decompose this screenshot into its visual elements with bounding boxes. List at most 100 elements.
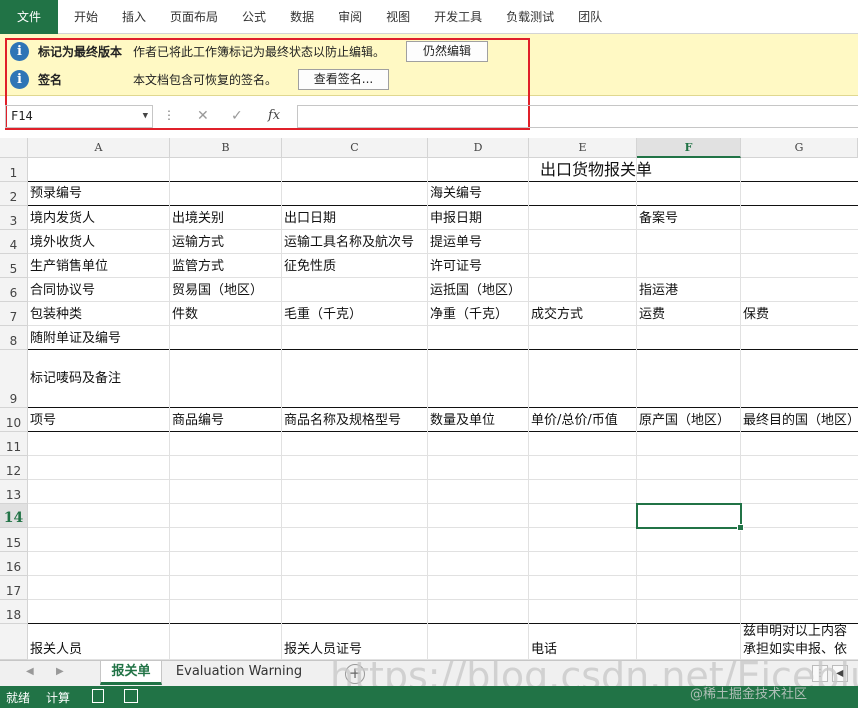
cell-d2: 海关编号 [430, 186, 483, 201]
gridline [28, 349, 858, 350]
formula-bar: F14 ▼ ⋮ ✕ ✓ fx [0, 104, 858, 130]
row-header-15[interactable]: 15 [0, 528, 28, 552]
row-header-3[interactable]: 3 [0, 206, 28, 230]
row-header-18[interactable]: 18 [0, 600, 28, 624]
gridline [528, 158, 529, 660]
cell-g19-line1: 兹申明对以上内容 [743, 624, 848, 639]
gridline [28, 205, 858, 206]
ribbon-tab-bar: 文件 开始 插入 页面布局 公式 数据 审阅 视图 开发工具 负载测试 团队 [0, 0, 858, 34]
formula-input[interactable] [297, 105, 858, 128]
gridline [28, 551, 858, 552]
column-header-a[interactable]: A [28, 138, 170, 158]
tab-developer[interactable]: 开发工具 [422, 0, 494, 34]
cell-d7: 净重（千克） [430, 307, 509, 322]
cell-c10: 商品名称及规格型号 [284, 413, 402, 428]
select-all-corner[interactable] [0, 138, 28, 158]
cell-c5: 征免性质 [284, 259, 337, 274]
watermark-small-text: @稀土掘金技术社区 [690, 687, 808, 702]
column-header-g[interactable]: G [741, 138, 858, 158]
column-header-d[interactable]: D [428, 138, 529, 158]
cell-a8: 随附单证及编号 [30, 331, 122, 346]
active-cell-f14[interactable] [636, 503, 744, 531]
cell-c7: 毛重（千克） [284, 307, 363, 322]
gridline [28, 623, 858, 624]
column-header-f[interactable]: F [637, 138, 741, 158]
row-header-2[interactable]: 2 [0, 182, 28, 206]
cell-a19: 报关人员 [30, 642, 83, 657]
row-header-7[interactable]: 7 [0, 302, 28, 326]
more-icon[interactable]: ⋮ [163, 108, 175, 122]
cell-d5: 许可证号 [430, 259, 483, 274]
gridline [28, 575, 858, 576]
cell-a9: 标记唛码及备注 [30, 371, 122, 386]
gridline [28, 599, 858, 600]
ready-status: 就绪 [6, 691, 31, 705]
cell-c4: 运输工具名称及航次号 [284, 235, 415, 250]
gridline [740, 158, 741, 660]
row-header-10[interactable]: 10 [0, 408, 28, 432]
cell-e10: 单价/总价/币值 [531, 413, 618, 428]
row-header-13[interactable]: 13 [0, 480, 28, 504]
scroll-right-icon[interactable]: ▶ [56, 666, 64, 677]
cell-a6: 合同协议号 [30, 283, 96, 298]
row-header-14[interactable]: 14 [0, 504, 28, 528]
cell-b6: 贸易国（地区） [172, 283, 264, 298]
row-header-8[interactable]: 8 [0, 326, 28, 350]
message-bar-area: i 标记为最终版本 作者已将此工作簿标记为最终状态以防止编辑。 仍然编辑 i 签… [0, 34, 858, 130]
grid-icon[interactable] [124, 689, 138, 703]
calculate-status[interactable]: 计算 [46, 689, 70, 706]
cell-g10: 最终目的国（地区） [743, 413, 858, 428]
cell-d6: 运抵国（地区） [430, 283, 522, 298]
tab-formulas[interactable]: 公式 [230, 0, 278, 34]
row-header-5[interactable]: 5 [0, 254, 28, 278]
page-icon[interactable] [92, 689, 104, 703]
cancel-icon[interactable]: ✕ [197, 108, 209, 124]
row-header-17[interactable]: 17 [0, 576, 28, 600]
tab-team[interactable]: 团队 [566, 0, 614, 34]
column-header-e[interactable]: E [529, 138, 637, 158]
row-header-9[interactable]: 9 [0, 350, 28, 408]
cell-d10: 数量及单位 [430, 413, 496, 428]
cell-a3: 境内发货人 [30, 211, 96, 226]
tab-review[interactable]: 审阅 [326, 0, 374, 34]
chevron-down-icon[interactable]: ▼ [143, 106, 148, 127]
form-title: 出口货物报关单 [539, 160, 652, 179]
sheet-tab-customs[interactable]: 报关单 [100, 661, 162, 685]
cell-d4: 提运单号 [430, 235, 483, 250]
cell-b7: 件数 [172, 307, 199, 322]
cell-a10: 项号 [30, 413, 57, 428]
cell-e7: 成交方式 [531, 307, 584, 322]
tab-data[interactable]: 数据 [278, 0, 326, 34]
tab-home[interactable]: 开始 [62, 0, 110, 34]
cell-a4: 境外收货人 [30, 235, 96, 250]
row-header-4[interactable]: 4 [0, 230, 28, 254]
tab-view[interactable]: 视图 [374, 0, 422, 34]
name-box[interactable]: F14 ▼ [5, 105, 153, 128]
column-header-c[interactable]: C [282, 138, 428, 158]
sheet-tab-evaluation-warning[interactable]: Evaluation Warning [166, 661, 312, 685]
insert-function-icon[interactable]: fx [268, 108, 280, 123]
scroll-left-icon[interactable]: ◀ [26, 666, 34, 677]
tab-load-test[interactable]: 负载测试 [494, 0, 566, 34]
row-header-1[interactable]: 1 [0, 158, 28, 182]
cell-b3: 出境关别 [172, 211, 225, 226]
cell-a2: 预录编号 [30, 186, 83, 201]
cell-f10: 原产国（地区） [639, 413, 731, 428]
gridline [636, 158, 637, 660]
gridline [28, 479, 858, 480]
cell-g7: 保费 [743, 307, 770, 322]
spreadsheet-grid[interactable]: ABCDEFG 1 2 3 4 5 6 7 8 9 10 11 12 13 14 15 16 17 18 出口货物… [0, 138, 858, 660]
row-header-partial[interactable] [0, 624, 28, 660]
row-header-12[interactable]: 12 [0, 456, 28, 480]
column-header-b[interactable]: B [170, 138, 282, 158]
tab-page-layout[interactable]: 页面布局 [158, 0, 230, 34]
cell-b10: 商品编号 [172, 413, 225, 428]
row-header-11[interactable]: 11 [0, 432, 28, 456]
tab-insert[interactable]: 插入 [110, 0, 158, 34]
row-header-16[interactable]: 16 [0, 552, 28, 576]
cell-f6: 指运港 [639, 283, 679, 298]
gridline [28, 181, 858, 182]
enter-check-icon[interactable]: ✓ [231, 108, 243, 124]
tab-file[interactable]: 文件 [0, 0, 58, 34]
row-header-6[interactable]: 6 [0, 278, 28, 302]
